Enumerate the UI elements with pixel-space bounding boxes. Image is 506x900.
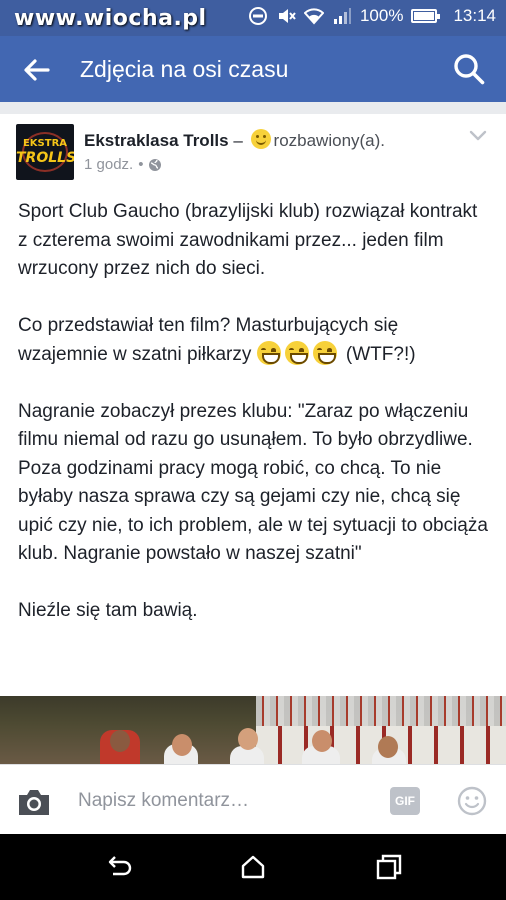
separator: – (233, 131, 243, 150)
battery-icon (411, 9, 441, 23)
photo-player-head (238, 728, 258, 750)
comment-bar: GIF (0, 764, 506, 834)
post-text: Sport Club Gaucho (brazylijski klub) roz… (18, 198, 492, 654)
gif-button[interactable]: GIF (390, 787, 420, 815)
battery-fill (414, 12, 435, 20)
battery-percent: 100% (359, 6, 404, 25)
recents-nav-icon[interactable] (374, 852, 404, 882)
back-nav-icon[interactable] (104, 852, 134, 882)
camera-icon[interactable] (16, 787, 52, 817)
app-bar: Zdjęcia na osi czasu (0, 36, 506, 102)
post-paragraph: Nieźle się tam bawią. (18, 600, 198, 621)
avatar[interactable]: EKSTRA TROLLS (16, 124, 74, 180)
post-meta: 1 godz. • (84, 156, 162, 173)
home-nav-icon[interactable] (238, 852, 268, 882)
laughing-emoji-icon (312, 340, 337, 365)
author-name[interactable]: Ekstraklasa Trolls (84, 131, 229, 150)
photo-player-head (378, 736, 398, 758)
post-photo[interactable] (0, 696, 506, 764)
photo-player-head (110, 730, 130, 752)
mute-icon (278, 9, 296, 23)
post-paragraph: Co przedstawiał ten film? Masturbujących… (18, 312, 492, 369)
signal-icon (333, 8, 351, 24)
post-paragraph: Sport Club Gaucho (brazylijski klub) roz… (18, 201, 478, 279)
comment-input[interactable] (78, 787, 368, 815)
chevron-down-icon[interactable] (468, 128, 488, 142)
avatar-text-bottom: TROLLS (16, 150, 74, 166)
search-icon[interactable] (452, 52, 486, 86)
avatar-text-top: EKSTRA (22, 138, 68, 149)
page-title: Zdjęcia na osi czasu (80, 56, 289, 82)
watermark: www.wiocha.pl (14, 6, 207, 31)
wifi-icon (303, 8, 324, 25)
globe-icon (149, 158, 162, 171)
emoji-picker-icon[interactable] (456, 785, 488, 817)
post-paragraph-text: Co przedstawiał ten film? Masturbujących… (18, 315, 399, 365)
photo-stands (256, 696, 506, 726)
arrow-left-icon[interactable] (20, 54, 52, 86)
post-header: Ekstraklasa Trolls – rozbawiony(a). (84, 129, 385, 151)
photo-player-head (172, 734, 192, 756)
system-nav-bar (0, 834, 506, 900)
status-bar: www.wiocha.pl 100% 13:14 (0, 0, 506, 36)
post-paragraph: Nagranie zobaczył prezes klubu: "Zaraz p… (18, 400, 488, 565)
clock: 13:14 (453, 6, 496, 25)
post-paragraph-suffix: (WTF?!) (345, 343, 416, 365)
smile-emoji-icon (250, 129, 271, 149)
post-card: EKSTRA TROLLS Ekstraklasa Trolls – rozba… (0, 114, 506, 764)
feeling-text: rozbawiony(a). (273, 131, 386, 150)
laughing-emoji-icon (256, 340, 281, 365)
laughing-emoji-icon (284, 340, 309, 365)
post-time[interactable]: 1 godz. (84, 156, 133, 173)
dnd-icon (248, 7, 267, 25)
photo-player-head (312, 730, 332, 752)
status-icons: 100% 13:14 (248, 6, 496, 26)
meta-dot: • (138, 156, 144, 173)
